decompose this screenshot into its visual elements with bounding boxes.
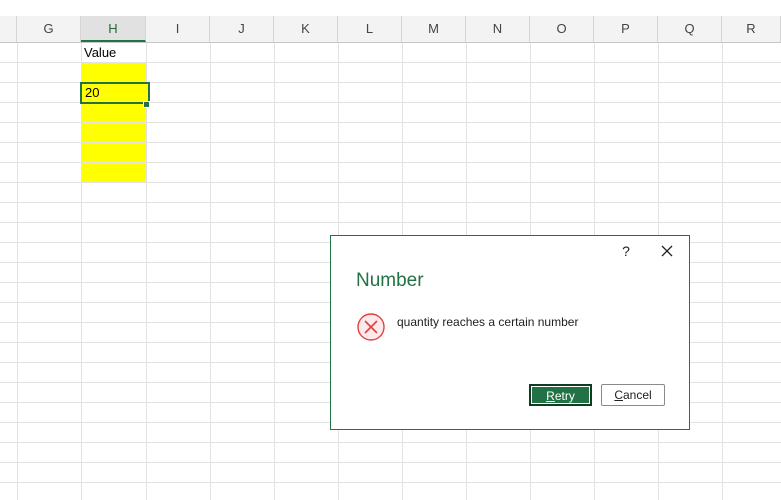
cancel-button[interactable]: Cancel — [601, 384, 665, 406]
column-header-i[interactable]: I — [146, 16, 210, 42]
error-icon — [356, 312, 386, 342]
column-header-j[interactable]: J — [210, 16, 274, 42]
dialog-title: Number — [356, 270, 424, 291]
column-header-h[interactable]: H — [81, 16, 146, 42]
message-dialog: ? Number quantity reaches a certain numb… — [330, 235, 690, 430]
help-button[interactable]: ? — [616, 240, 636, 262]
column-header-p[interactable]: P — [594, 16, 658, 42]
cell-h-value-header[interactable]: Value — [84, 45, 116, 60]
column-header-m[interactable]: M — [402, 16, 466, 42]
column-header-q[interactable]: Q — [658, 16, 722, 42]
column-header-f-partial[interactable] — [0, 16, 17, 42]
column-header-k[interactable]: K — [274, 16, 338, 42]
column-header-l[interactable]: L — [338, 16, 402, 42]
retry-button[interactable]: Retry — [529, 384, 592, 406]
ribbon-edge — [0, 0, 781, 17]
column-header-g[interactable]: G — [17, 16, 81, 42]
close-button[interactable] — [656, 240, 678, 262]
fill-handle[interactable] — [143, 101, 150, 108]
close-icon — [661, 245, 673, 257]
column-header-r[interactable]: R — [722, 16, 781, 42]
column-header-row: G H I J K L M N O P Q R — [0, 16, 781, 43]
highlighted-range[interactable] — [81, 63, 146, 183]
selected-cell-h[interactable]: 20 — [80, 82, 150, 104]
column-header-n[interactable]: N — [466, 16, 530, 42]
dialog-message: quantity reaches a certain number — [397, 315, 579, 329]
column-header-o[interactable]: O — [530, 16, 594, 42]
